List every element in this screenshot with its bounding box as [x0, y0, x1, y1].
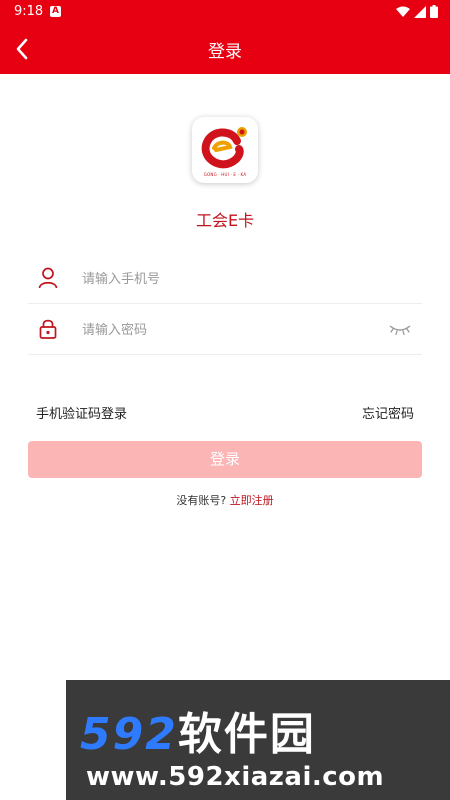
site-watermark: 592软件园 www.592xiazai.com	[66, 680, 450, 800]
system-icons	[396, 5, 438, 18]
notification-icon: A	[50, 6, 61, 17]
top-app-bar: 登录	[0, 24, 450, 74]
login-button[interactable]: 登录	[28, 441, 422, 478]
register-row: 没有账号? 立即注册	[0, 492, 450, 508]
app-name: 工会E卡	[195, 211, 255, 230]
password-field	[28, 304, 422, 355]
status-time: 9:18	[14, 4, 44, 19]
user-icon	[38, 267, 58, 289]
app-logo: GONG · HUI · E · KA	[192, 117, 258, 183]
watermark-url: www.592xiazai.com	[86, 762, 385, 792]
sms-login-link[interactable]: 手机验证码登录	[36, 403, 127, 422]
register-link[interactable]: 立即注册	[230, 494, 274, 507]
login-options-row: 手机验证码登录 忘记密码	[36, 403, 414, 423]
watermark-logo: 592软件园	[80, 698, 316, 762]
page-title: 登录	[208, 42, 242, 62]
phone-input[interactable]	[80, 265, 384, 293]
status-bar: 9:18 A	[0, 0, 450, 24]
register-prompt: 没有账号?	[176, 494, 227, 507]
forgot-password-link[interactable]: 忘记密码	[362, 403, 414, 422]
lock-icon	[39, 319, 57, 339]
wifi-icon	[396, 6, 410, 17]
password-input[interactable]	[80, 316, 384, 344]
watermark-number: 592	[80, 709, 178, 760]
watermark-name: 软件园	[177, 709, 316, 760]
battery-icon	[430, 5, 438, 18]
logo-caption: GONG · HUI · E · KA	[203, 172, 247, 177]
signal-icon	[414, 5, 426, 18]
eye-closed-icon[interactable]	[388, 322, 412, 336]
phone-field	[28, 253, 422, 304]
